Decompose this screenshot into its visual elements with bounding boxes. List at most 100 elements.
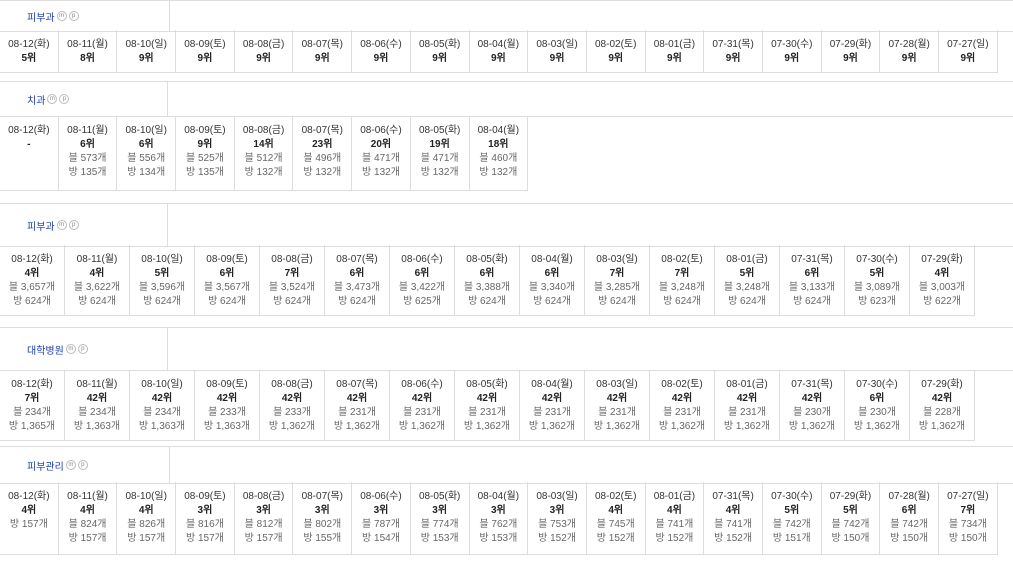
bang-count: 방 150개: [948, 533, 987, 544]
day-cell: 08-06(수) 3위 블 787개 방 154개: [352, 482, 411, 554]
day-cell: 08-04(월) 9위: [470, 30, 529, 72]
date-label: 08-01(금): [653, 39, 696, 50]
bang-count: 방 625개: [403, 296, 441, 307]
rank-value: 6위: [414, 268, 430, 279]
bang-count: 방 1,363개: [203, 421, 251, 432]
date-label: 08-12(화): [8, 39, 50, 50]
rank-value: 4위: [934, 268, 950, 279]
pc-icon[interactable]: p: [77, 460, 88, 470]
bang-count: 방 1,365개: [8, 421, 56, 432]
bang-count: 방 157개: [9, 519, 48, 530]
day-cell: 08-01(금) 5위 블 3,248개 방 624개: [715, 245, 780, 315]
blog-count: 블 745개: [596, 519, 635, 530]
mobile-icon[interactable]: m: [56, 11, 67, 21]
rank-value: 9위: [197, 139, 213, 150]
rank-value: 7위: [284, 268, 300, 279]
rank-value: 3위: [432, 505, 448, 516]
day-cell: 08-10(일) 9위: [117, 30, 177, 72]
bang-count: 방 624개: [13, 296, 51, 307]
bang-count: 방 624개: [598, 296, 636, 307]
blog-count: 블 3,089개: [853, 282, 901, 293]
date-label: 08-11(월): [76, 379, 118, 390]
keyword-cell: 대학병원 m p: [0, 328, 168, 370]
rank-value: 42위: [411, 393, 433, 404]
day-cell: 07-27(일) 9위: [939, 30, 998, 72]
pc-icon[interactable]: p: [59, 94, 70, 104]
keyword-link[interactable]: 피부과: [27, 218, 55, 233]
day-cell: 08-04(월) 6위 블 3,340개 방 624개: [520, 245, 585, 315]
bang-count: 방 1,362개: [723, 421, 771, 432]
rank-value: 9위: [490, 53, 506, 64]
keyword-header: 피부관리 m p: [0, 446, 1013, 484]
pc-icon[interactable]: p: [77, 344, 88, 354]
bang-count: 방 152개: [596, 533, 635, 544]
blog-count: 블 742개: [831, 519, 870, 530]
bang-count: 방 152개: [714, 533, 753, 544]
rank-value: 3위: [197, 505, 213, 516]
day-cell: 08-11(월) 42위 블 234개 방 1,363개: [65, 370, 130, 440]
blog-count: 블 3,422개: [398, 282, 446, 293]
date-label: 08-11(월): [67, 125, 108, 136]
bang-count: 방 157개: [185, 533, 224, 544]
blog-count: 블 812개: [244, 519, 283, 530]
rank-value: 42위: [606, 393, 628, 404]
keyword-header: 피부과 m p: [0, 0, 1013, 32]
blog-count: 블 3,248개: [723, 282, 771, 293]
bang-count: 방 151개: [772, 533, 811, 544]
rank-value: 9위: [314, 53, 330, 64]
day-cell: 08-01(금) 9위: [646, 30, 705, 72]
keyword-link[interactable]: 대학병원: [27, 342, 64, 357]
rank-value: 42위: [801, 393, 823, 404]
blog-count: 블 3,248개: [658, 282, 706, 293]
rank-value: 7위: [24, 393, 40, 404]
date-label: 08-06(수): [360, 491, 402, 502]
blog-count: 블 762개: [479, 519, 518, 530]
keyword-link[interactable]: 피부관리: [27, 458, 64, 473]
day-cell: 08-09(토) 3위 블 816개 방 157개: [176, 482, 235, 554]
blog-count: 블 3,388개: [463, 282, 511, 293]
blog-count: 블 233개: [273, 407, 311, 418]
pc-icon[interactable]: p: [68, 11, 79, 21]
date-label: 08-11(월): [67, 491, 108, 502]
keyword-cell: 피부과 m p: [0, 1, 170, 31]
day-cell: 08-06(수) 6위 블 3,422개 방 625개: [390, 245, 455, 315]
day-cell: 08-06(수) 20위 블 471개 방 132개: [352, 116, 411, 190]
date-label: 08-05(화): [418, 39, 461, 50]
day-cell: 07-27(일) 7위 블 734개 방 150개: [939, 482, 998, 554]
date-label: 07-30(수): [771, 39, 813, 50]
date-label: 08-02(토): [661, 254, 703, 265]
blog-count: 블 231개: [728, 407, 766, 418]
day-cell: 08-11(월) 4위 블 3,622개 방 624개: [65, 245, 130, 315]
bang-count: 방 1,362개: [788, 421, 836, 432]
blog-count: 블 3,285개: [593, 282, 641, 293]
day-cell: 07-31(목) 9위: [704, 30, 763, 72]
mobile-icon[interactable]: m: [65, 460, 76, 470]
bang-count: 방 624개: [78, 296, 116, 307]
rank-value: 5위: [739, 268, 755, 279]
bang-count: 방 157개: [127, 533, 166, 544]
keyword-link[interactable]: 피부과: [27, 9, 55, 24]
mobile-icon[interactable]: m: [65, 344, 76, 354]
date-label: 08-05(화): [466, 379, 508, 390]
date-label: 07-29(화): [921, 379, 963, 390]
rank-value: 42위: [476, 393, 498, 404]
rank-value: 4위: [80, 505, 95, 516]
rank-value: 4위: [667, 505, 682, 516]
day-cell: 08-04(월) 18위 블 460개 방 132개: [470, 116, 529, 190]
pc-icon[interactable]: p: [68, 220, 79, 230]
mobile-icon[interactable]: m: [47, 94, 58, 104]
date-label: 08-09(토): [184, 125, 226, 136]
date-label: 08-03(일): [596, 254, 638, 265]
rank-value: 4위: [138, 505, 154, 516]
date-label: 08-03(일): [596, 379, 638, 390]
keyword-link[interactable]: 치과: [27, 92, 45, 107]
bang-count: 방 624개: [728, 296, 766, 307]
bang-count: 방 1,362개: [528, 421, 576, 432]
blog-count: 블 826개: [127, 519, 166, 530]
blog-count: 블 734개: [948, 519, 987, 530]
rank-value: 3위: [490, 505, 506, 516]
date-label: 08-09(토): [206, 254, 248, 265]
day-cell: 08-01(금) 42위 블 231개 방 1,362개: [715, 370, 780, 440]
mobile-icon[interactable]: m: [56, 220, 67, 230]
day-cell: 08-06(수) 9위: [352, 30, 411, 72]
